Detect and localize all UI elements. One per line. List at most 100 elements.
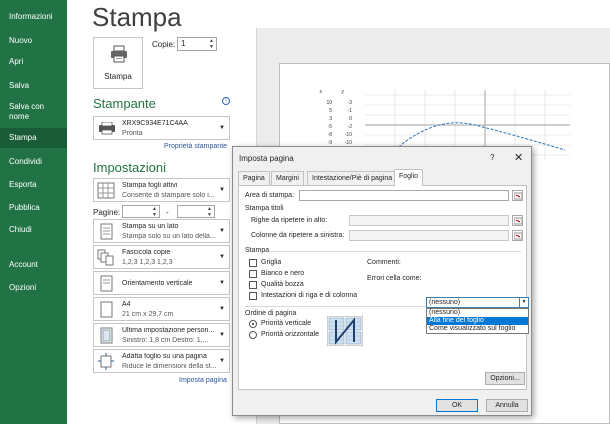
preview-y-cell: -3	[347, 100, 352, 106]
foglio-panel: Area di stampa: Stampa titoli Righe da r…	[238, 185, 529, 390]
copies-value: 1	[181, 39, 186, 48]
tab-pagina[interactable]: Pagina	[238, 171, 270, 185]
sidebar-item-informazioni[interactable]: Informazioni	[0, 12, 67, 22]
sidebar-item-esporta[interactable]: Esporta	[0, 180, 67, 190]
setting-collate-desc: 1,2,3 1,2,3 1,2,3	[122, 259, 173, 266]
print-button-label: Stampa	[104, 72, 132, 81]
page-setup-link[interactable]: Imposta pagina	[179, 377, 227, 384]
settings-heading: Impostazioni	[93, 160, 166, 175]
tab-foglio[interactable]: Foglio	[394, 169, 424, 186]
printer-name: XRX9C934E71C4AA	[122, 120, 188, 127]
sidebar-item-stampa[interactable]: Stampa	[0, 128, 67, 148]
cols-repeat-input[interactable]	[349, 230, 509, 241]
preview-x-cell: 10	[326, 100, 332, 106]
setting-sides-desc: Stampa solo su un lato della...	[122, 233, 216, 240]
print-titles-label: Stampa titoli	[245, 205, 284, 212]
pages-to-input[interactable]: ▲ ▼	[177, 205, 215, 218]
collate-icon	[97, 249, 114, 266]
setting-margins-desc: Sinistro: 1,8 cm Destro: 1,...	[122, 337, 209, 344]
copies-input[interactable]: 1 ▲ ▼	[177, 37, 217, 51]
chevron-down-icon: ▼	[219, 228, 225, 234]
tab-intestazione[interactable]: Intestazione/Piè di pagina	[307, 171, 398, 185]
info-icon[interactable]: i	[222, 97, 230, 105]
setting-scaling[interactable]: Adatta foglio su una pagina Riduce le di…	[93, 349, 230, 373]
page-order-preview-icon	[327, 316, 363, 346]
gridlines-label: Griglia	[261, 259, 282, 266]
options-button[interactable]: Opzioni...	[485, 372, 525, 385]
chevron-down-icon: ▼	[219, 332, 225, 338]
separator	[269, 251, 521, 252]
setting-print-what[interactable]: Stampa fogli attivi Consente di stampare…	[93, 178, 230, 202]
comments-label: Commenti:	[367, 259, 401, 266]
printer-icon	[111, 45, 127, 63]
sidebar-item-apri[interactable]: Apri	[0, 57, 67, 67]
tab-margini[interactable]: Margini	[271, 171, 304, 185]
sidebar-item-opzioni[interactable]: Opzioni	[0, 283, 67, 293]
help-icon[interactable]: ?	[490, 153, 494, 162]
page-setup-dialog: Imposta pagina ? ✕ Pagina Margini Intest…	[232, 146, 532, 416]
copies-down-icon[interactable]: ▼	[208, 44, 215, 50]
ok-button[interactable]: OK	[436, 399, 478, 412]
setting-orientation-title: Orientamento verticale	[122, 280, 193, 287]
sidebar-item-pubblica[interactable]: Pubblica	[0, 203, 67, 213]
preview-header-y: y	[341, 89, 345, 95]
rows-repeat-input[interactable]	[349, 215, 509, 226]
dropdown-option-none[interactable]: (nessuno)	[427, 309, 528, 317]
sidebar-item-account[interactable]: Account	[0, 260, 67, 270]
pages-separator: -	[166, 208, 169, 217]
chevron-down-icon: ▼	[219, 358, 225, 364]
headings-label: Intestazioni di riga e di colonna	[261, 292, 358, 299]
setting-margins[interactable]: Ultima impostazione person... Sinistro: …	[93, 323, 230, 347]
setting-sides[interactable]: Stampa su un lato Stampa solo su un lato…	[93, 219, 230, 243]
setting-paper-size[interactable]: A4 21 cm x 29,7 cm ▼	[93, 297, 230, 321]
sidebar-item-condividi[interactable]: Condividi	[0, 157, 67, 167]
close-icon[interactable]: ✕	[514, 151, 523, 164]
range-select-icon[interactable]	[512, 190, 523, 201]
print-button[interactable]: Stampa	[93, 37, 143, 89]
printer-properties-link[interactable]: Proprietà stampante	[164, 143, 227, 150]
setting-print-what-desc: Consente di stampare solo i...	[122, 192, 215, 199]
paper-size-icon	[100, 301, 113, 318]
draft-quality-checkbox[interactable]	[249, 281, 257, 289]
chevron-down-icon[interactable]: ▼	[519, 298, 528, 307]
fit-page-icon	[98, 353, 114, 370]
print-group-label: Stampa	[245, 247, 270, 254]
sidebar-item-nuovo[interactable]: Nuovo	[0, 36, 67, 46]
chevron-down-icon: ▼	[219, 187, 225, 193]
chevron-down-icon: ▼	[219, 306, 225, 312]
sidebar-item-chiudi[interactable]: Chiudi	[0, 225, 67, 235]
comments-dropdown[interactable]: (nessuno) ▼	[426, 297, 529, 308]
cancel-button[interactable]: Annulla	[486, 399, 528, 412]
dropdown-option-end-of-sheet[interactable]: Alla fine del foglio	[427, 317, 528, 325]
over-then-down-radio[interactable]	[249, 331, 257, 339]
down-then-over-radio[interactable]	[249, 320, 257, 328]
black-white-checkbox[interactable]	[249, 270, 257, 278]
setting-orientation[interactable]: Orientamento verticale ▼	[93, 271, 230, 295]
sheets-icon	[97, 182, 115, 199]
sidebar-item-salva[interactable]: Salva	[0, 81, 67, 91]
setting-margins-title: Ultima impostazione person...	[122, 327, 215, 334]
preview-y-cell: -10	[344, 132, 352, 138]
setting-paper-size-desc: 21 cm x 29,7 cm	[122, 311, 174, 318]
pages-label: Pagine:	[93, 208, 121, 217]
sidebar-item-salva-con-nome[interactable]: Salva con nome	[0, 102, 67, 122]
pages-from-input[interactable]: ▲ ▼	[122, 205, 160, 218]
printer-select[interactable]: XRX9C934E71C4AA Pronta ▼	[93, 116, 230, 140]
print-area-input[interactable]	[299, 190, 509, 201]
setting-collate[interactable]: Fascicola copie 1,2,3 1,2,3 1,2,3 ▼	[93, 245, 230, 269]
setting-scaling-title: Adatta foglio su una pagina	[122, 353, 207, 360]
gridlines-checkbox[interactable]	[249, 259, 257, 267]
one-sided-icon	[100, 223, 113, 240]
printer-status: Pronta	[122, 130, 143, 137]
dropdown-option-as-displayed[interactable]: Come visualizzato sul foglio	[427, 325, 528, 333]
range-select-icon[interactable]	[512, 230, 523, 241]
preview-header-x: x	[319, 89, 323, 95]
setting-print-what-title: Stampa fogli attivi	[122, 182, 178, 189]
printer-heading: Stampante	[93, 96, 156, 111]
dialog-title: Imposta pagina	[239, 154, 294, 163]
headings-checkbox[interactable]	[249, 292, 257, 300]
preview-y-cell: -2	[347, 124, 352, 130]
page-title: Stampa	[92, 2, 182, 32]
range-select-icon[interactable]	[512, 215, 523, 226]
comments-dropdown-list: (nessuno) Alla fine del foglio Come visu…	[426, 308, 529, 334]
